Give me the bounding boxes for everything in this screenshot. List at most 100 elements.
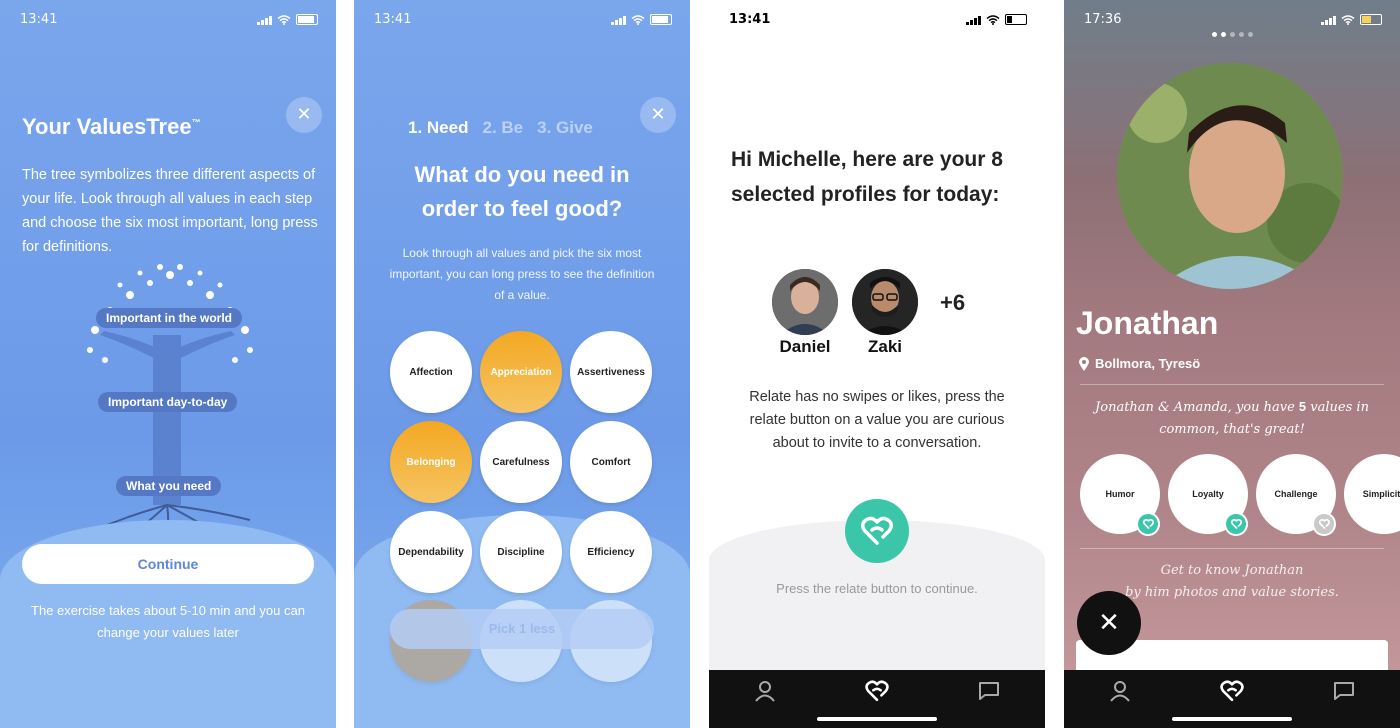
status-icons <box>966 14 1027 25</box>
pick-less-button[interactable]: Pick 1 less <box>390 609 654 649</box>
wifi-icon <box>277 14 291 25</box>
close-button[interactable]: ✕ <box>640 97 676 133</box>
signal-icon <box>257 15 272 25</box>
relate-tab-icon[interactable] <box>1220 680 1244 702</box>
greeting-heading: Hi Michelle, here are your 8 selected pr… <box>731 148 1003 206</box>
dismiss-button[interactable]: ✕ <box>1077 591 1141 655</box>
title-text: Your ValuesTree <box>22 114 192 139</box>
profile-tab-icon[interactable] <box>754 680 776 702</box>
value-option[interactable]: Dependability <box>390 511 472 593</box>
value-option[interactable]: Efficiency <box>570 511 652 593</box>
status-bar: 13:41 <box>20 12 318 30</box>
daily-profiles-screen: 13:41 Hi Michelle, here are your 8 selec… <box>709 0 1045 728</box>
value-option[interactable]: Belonging <box>390 421 472 503</box>
value-option[interactable]: Comfort <box>570 421 652 503</box>
page-heading: What do you need in order to feel good? <box>414 162 630 221</box>
value-option[interactable]: Discipline <box>480 511 562 593</box>
relate-badge-icon[interactable] <box>1136 512 1160 536</box>
common-value-label: Simplicity <box>1362 489 1400 499</box>
common-value-circle[interactable]: Loyalty <box>1168 454 1248 536</box>
profile-avatar-zaki[interactable] <box>852 269 918 335</box>
value-option[interactable]: Carefulness <box>480 421 562 503</box>
status-bar: 13:41 <box>374 12 672 30</box>
battery-icon <box>650 14 672 25</box>
home-indicator <box>817 717 937 721</box>
close-button[interactable]: ✕ <box>286 97 322 133</box>
trademark-symbol: ™ <box>191 117 201 128</box>
duration-note: The exercise takes about 5-10 min and yo… <box>31 603 305 640</box>
profile-name-zaki: Zaki <box>867 337 903 356</box>
step-need[interactable]: 1. Need <box>408 118 468 137</box>
relate-heart-icon <box>861 516 893 545</box>
profile-photo[interactable] <box>1117 63 1343 289</box>
picker-description: Look through all values and pick the six… <box>389 246 655 302</box>
wifi-icon <box>986 14 1000 25</box>
status-icons <box>1321 14 1382 25</box>
signal-icon <box>966 15 981 25</box>
step-indicator: 1. Need 2. Be 3. Give <box>408 118 607 138</box>
location-pin-icon <box>1079 356 1089 371</box>
tab-bar <box>709 670 1045 728</box>
values-tree-intro-screen: 13:41 ✕ Your ValuesTree™ The tree symbol… <box>0 0 336 728</box>
tree-label-world: Important in the world <box>96 308 242 328</box>
common-value-label: Loyalty <box>1192 489 1224 499</box>
profile-avatar-daniel[interactable] <box>772 269 838 335</box>
battery-icon <box>296 14 318 25</box>
chat-tab-icon[interactable] <box>1332 680 1356 702</box>
common-pre-text: Jonathan & Amanda, you have <box>1095 400 1295 415</box>
status-time: 13:41 <box>20 12 58 27</box>
battery-icon <box>1360 14 1382 25</box>
intro-description: The tree symbolizes three different aspe… <box>22 167 318 255</box>
signal-icon <box>611 15 626 25</box>
tab-bar <box>1064 670 1400 728</box>
profile-tab-icon[interactable] <box>1109 680 1131 702</box>
value-option[interactable]: Affection <box>390 331 472 413</box>
continue-button[interactable]: Continue <box>22 544 314 584</box>
close-icon: ✕ <box>296 104 312 125</box>
relate-button[interactable] <box>845 499 909 563</box>
divider <box>1080 384 1384 385</box>
status-icons <box>257 14 318 25</box>
signal-icon <box>1321 15 1336 25</box>
tree-label-day-to-day: Important day-to-day <box>98 392 238 412</box>
status-time: 13:41 <box>374 12 412 27</box>
page-title: Your ValuesTree™ <box>22 114 201 140</box>
relate-badge-icon[interactable] <box>1224 512 1248 536</box>
location-text: Bollmora, Tyresö <box>1095 356 1201 371</box>
relate-badge-icon[interactable] <box>1312 512 1336 536</box>
common-value-label: Humor <box>1105 489 1135 499</box>
get-to-know-line1: Get to know Jonathan <box>1160 563 1304 578</box>
close-icon: ✕ <box>650 104 666 125</box>
tree-label-need: What you need <box>116 476 222 496</box>
common-value-circle[interactable]: Challenge <box>1256 454 1336 536</box>
common-value-label: Challenge <box>1274 489 1318 499</box>
home-indicator <box>1172 717 1292 721</box>
common-count: 5 <box>1298 399 1307 414</box>
press-note: Press the relate button to continue. <box>776 581 978 596</box>
value-option[interactable]: Appreciation <box>480 331 562 413</box>
profile-detail-screen: 17:36 Jonathan Bollmora, Tyresö Jonathan… <box>1064 0 1400 728</box>
divider <box>1080 548 1384 549</box>
status-time: 13:41 <box>729 12 771 27</box>
profile-location: Bollmora, Tyresö <box>1079 356 1200 371</box>
more-profiles-count: +6 <box>940 290 966 315</box>
photo-page-dots[interactable] <box>1212 32 1253 37</box>
value-option[interactable]: Assertiveness <box>570 331 652 413</box>
common-value-circle[interactable]: Humor <box>1080 454 1160 536</box>
status-time: 17:36 <box>1084 12 1122 27</box>
profile-name: Jonathan <box>1076 305 1219 341</box>
get-to-know-text: Get to know Jonathan by him photos and v… <box>1090 560 1374 604</box>
common-values-message: Jonathan & Amanda, you have 5 values in … <box>1090 396 1374 441</box>
close-icon: ✕ <box>1098 608 1120 638</box>
values-picker-screen: 13:41 ✕ 1. Need 2. Be 3. Give What do you … <box>354 0 690 728</box>
profile-name-daniel: Daniel <box>779 337 831 356</box>
wifi-icon <box>631 14 645 25</box>
status-bar: 17:36 <box>1084 12 1382 30</box>
chat-tab-icon[interactable] <box>977 680 1001 702</box>
common-value-circle[interactable]: Simplicity <box>1344 454 1400 534</box>
battery-icon <box>1005 14 1027 25</box>
status-bar: 13:41 <box>729 12 1027 30</box>
step-be[interactable]: 2. Be <box>482 118 523 137</box>
relate-tab-icon[interactable] <box>865 680 889 702</box>
step-give[interactable]: 3. Give <box>537 118 593 137</box>
